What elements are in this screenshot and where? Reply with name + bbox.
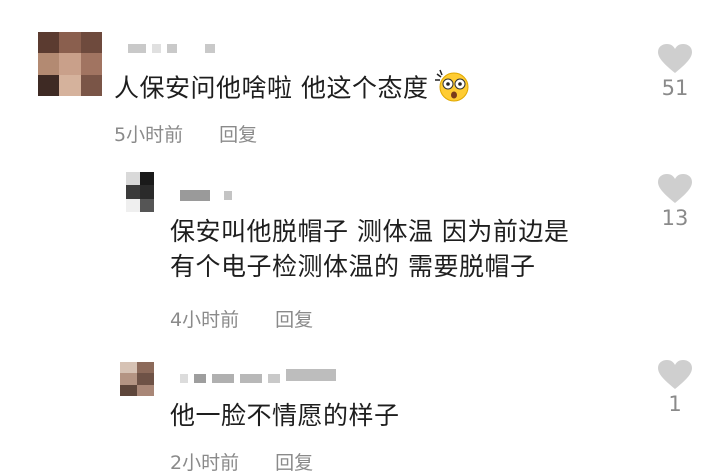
like-button[interactable]: 51 xyxy=(645,44,705,100)
comment-text: 保安叫他脱帽子 测体温 因为前边是 有个电子检测体温的 需要脱帽子 xyxy=(170,214,569,284)
heart-icon xyxy=(658,360,692,389)
username-redacted[interactable] xyxy=(180,190,232,201)
reply-button[interactable]: 回复 xyxy=(219,120,257,147)
like-button[interactable]: 13 xyxy=(645,174,705,230)
reply-button[interactable]: 回复 xyxy=(275,448,313,475)
comment-meta: 2小时前 回复 xyxy=(170,448,313,475)
like-count: 13 xyxy=(661,206,689,230)
astonished-emoji-icon xyxy=(432,68,474,111)
avatar[interactable] xyxy=(38,32,102,96)
timestamp: 2小时前 xyxy=(170,452,240,474)
timestamp: 5小时前 xyxy=(114,124,184,146)
username-redacted[interactable] xyxy=(128,44,215,53)
comment-text-line-1: 保安叫他脱帽子 测体温 因为前边是 xyxy=(170,217,570,246)
avatar[interactable] xyxy=(120,362,154,396)
comment-text: 人保安问他啥啦 他这个态度 xyxy=(114,68,474,111)
comment-text-line-2: 有个电子检测体温的 需要脱帽子 xyxy=(170,252,536,281)
username-redacted[interactable] xyxy=(180,368,336,383)
comment-text: 他一脸不情愿的样子 xyxy=(170,401,400,430)
reply-button[interactable]: 回复 xyxy=(275,305,313,332)
heart-icon xyxy=(658,44,692,73)
comment-meta: 5小时前 回复 xyxy=(114,120,257,147)
like-button[interactable]: 1 xyxy=(645,360,705,416)
like-count: 51 xyxy=(661,76,689,100)
avatar[interactable] xyxy=(126,172,154,212)
heart-icon xyxy=(658,174,692,203)
comment-meta: 4小时前 回复 xyxy=(170,305,313,332)
like-count: 1 xyxy=(668,392,682,416)
timestamp: 4小时前 xyxy=(170,309,240,331)
